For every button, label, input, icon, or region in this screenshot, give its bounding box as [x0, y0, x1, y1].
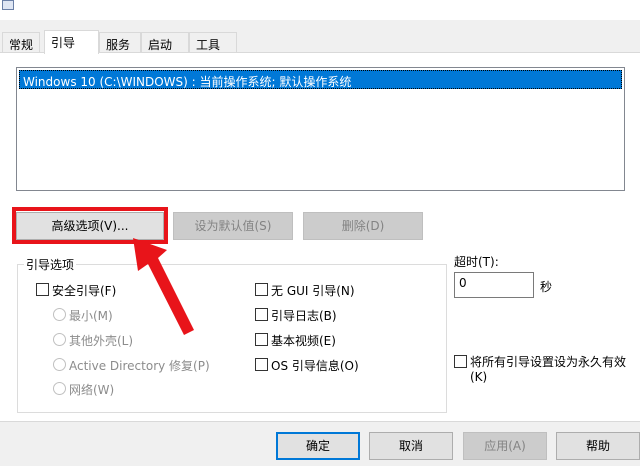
red-arrow-icon [133, 238, 194, 335]
apply-button[interactable]: 应用(A) [463, 432, 547, 460]
tab-boot[interactable]: 引导 [44, 30, 99, 54]
ok-button[interactable]: 确定 [276, 432, 360, 460]
cancel-button[interactable]: 取消 [369, 432, 453, 460]
help-button[interactable]: 帮助 [556, 432, 640, 460]
